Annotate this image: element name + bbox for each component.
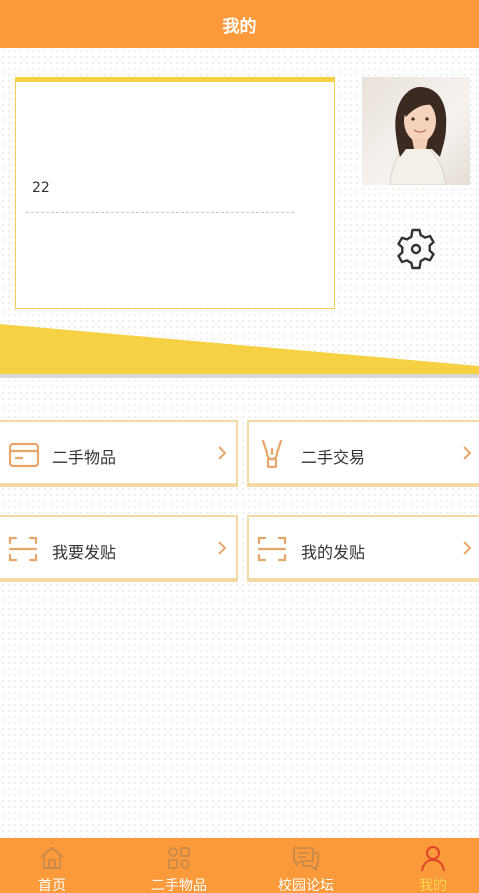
menu-item-label: 二手交易 — [301, 448, 366, 467]
chevron-right-icon — [461, 539, 473, 557]
chevron-right-icon — [216, 539, 228, 557]
profile-divider — [26, 212, 294, 213]
menu-item-label: 我的发贴 — [301, 543, 366, 562]
bottom-tab-bar: 首页 二手物品 校园论坛 我的 — [0, 838, 479, 893]
top-bar: 我的 — [0, 0, 479, 48]
tab-campus-forum[interactable]: 校园论坛 — [256, 838, 356, 893]
profile-value: 22 — [32, 180, 50, 196]
chat-icon — [291, 844, 321, 872]
tab-mine[interactable]: 我的 — [383, 838, 479, 893]
profile-card: 22 — [15, 77, 335, 309]
page-title: 我的 — [222, 16, 257, 37]
avatar-photo — [389, 87, 447, 185]
menu-item-my-posts[interactable]: 我的发贴 — [247, 515, 479, 582]
avatar[interactable] — [362, 77, 470, 185]
scan-frame-icon — [255, 532, 289, 566]
menu-item-secondhand-trade[interactable]: 二手交易 — [247, 420, 479, 487]
tab-label: 我的 — [419, 878, 447, 893]
decorative-wedge — [0, 324, 479, 378]
scan-frame-icon — [6, 532, 40, 566]
chevron-right-icon — [461, 444, 473, 462]
card-icon — [6, 437, 40, 471]
gear-icon[interactable] — [393, 226, 439, 272]
grid-icon — [164, 844, 194, 872]
menu-item-label: 我要发贴 — [52, 543, 117, 562]
tab-home[interactable]: 首页 — [2, 838, 102, 893]
menu-item-new-post[interactable]: 我要发贴 — [0, 515, 238, 582]
menu-item-label: 二手物品 — [52, 448, 117, 467]
menu-item-secondhand-goods[interactable]: 二手物品 — [0, 420, 238, 487]
lamp-icon — [255, 437, 289, 471]
chevron-right-icon — [216, 444, 228, 462]
tab-label: 二手物品 — [151, 878, 207, 893]
tab-label: 首页 — [38, 878, 66, 893]
tab-label: 校园论坛 — [278, 878, 334, 893]
tab-secondhand-goods[interactable]: 二手物品 — [129, 838, 229, 893]
home-icon — [37, 844, 67, 872]
user-icon — [418, 844, 448, 872]
